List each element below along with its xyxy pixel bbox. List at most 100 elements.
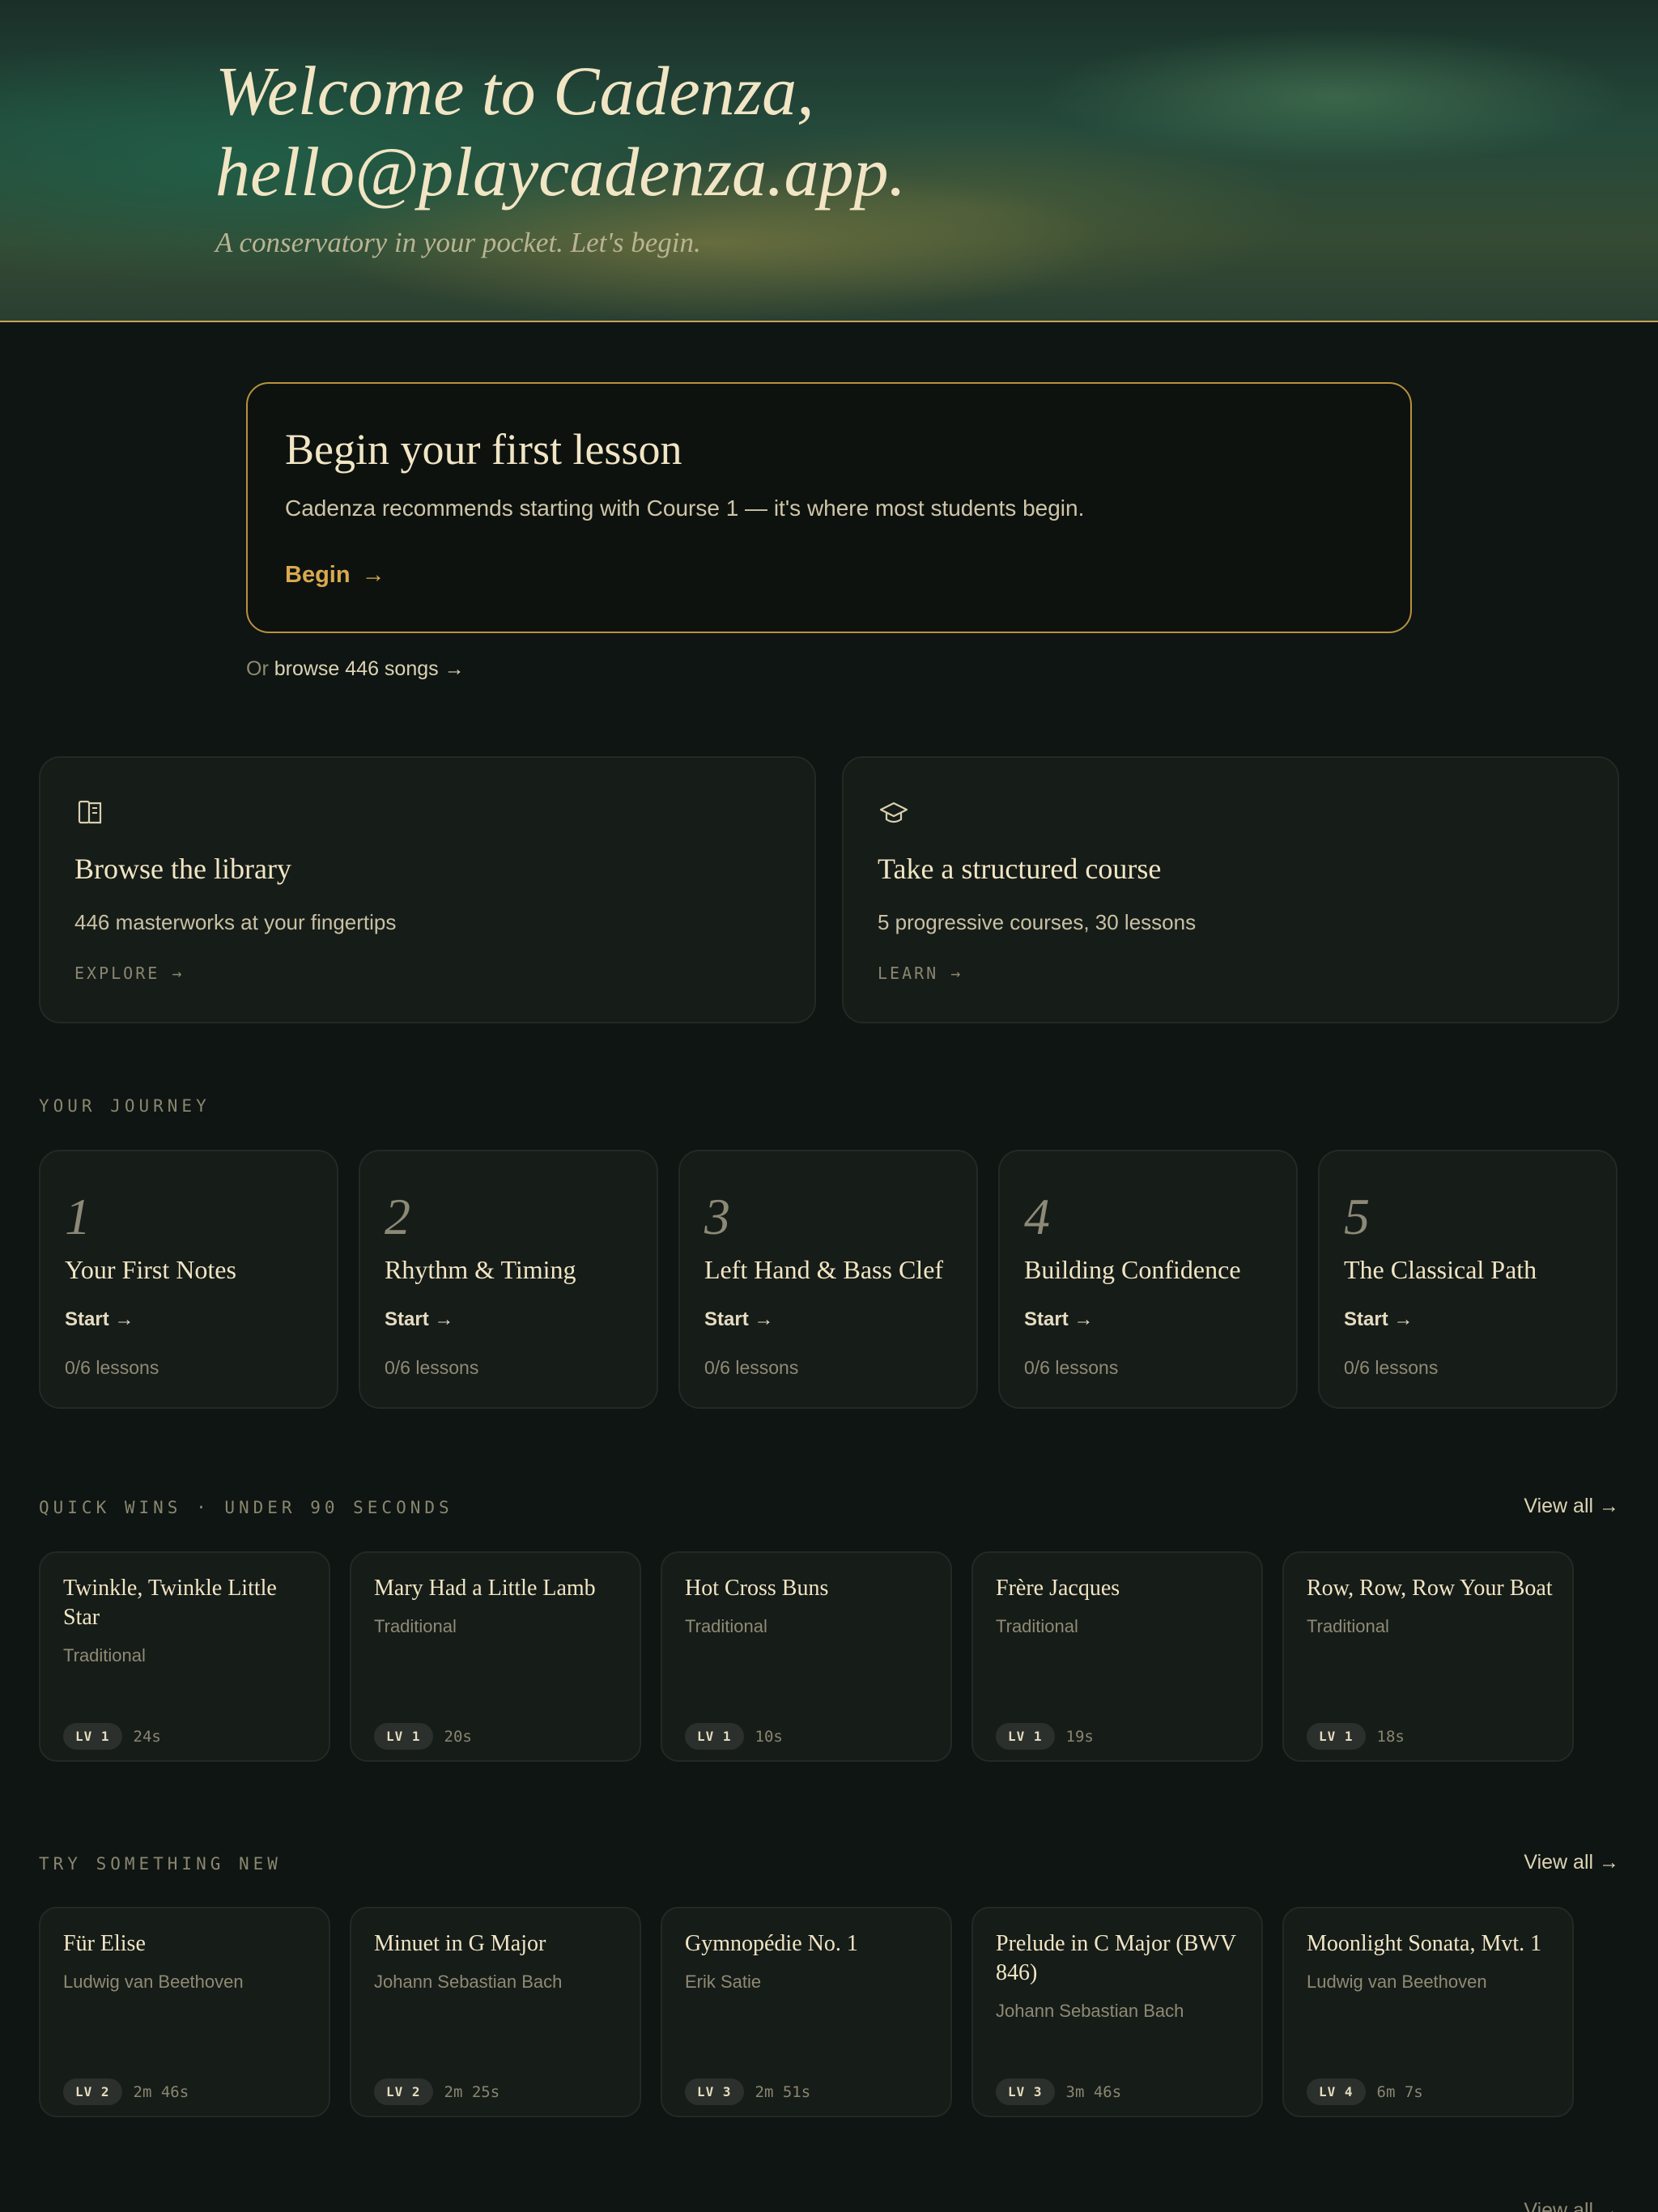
course-progress: 0/6 lessons (65, 1357, 159, 1378)
level-badge: LV 3 (685, 2078, 744, 2105)
song-duration: 18s (1376, 1727, 1405, 1746)
song-title: Minuet in G Major (374, 1931, 546, 1956)
course-number: 3 (704, 1188, 730, 1245)
browse-songs-link[interactable]: browse 446 songs → (274, 657, 465, 680)
level-badge: LV 2 (63, 2078, 122, 2105)
course-progress: 0/6 lessons (385, 1357, 479, 1378)
course-number: 4 (1024, 1188, 1050, 1245)
course-title: Left Hand & Bass Clef (704, 1255, 944, 1284)
course-number: 1 (65, 1188, 91, 1245)
course-start-button[interactable]: Start → (1344, 1308, 1413, 1331)
course-card-3[interactable]: 3 Left Hand & Bass Clef Start → 0/6 less… (678, 1150, 978, 1409)
song-card[interactable]: Frère Jacques Traditional LV 1 19s (971, 1551, 1263, 1762)
browse-library-card[interactable]: Browse the library 446 masterworks at yo… (39, 756, 816, 1023)
song-duration: 10s (755, 1727, 783, 1746)
next-section-view-all-link[interactable]: View all → (1524, 2199, 1619, 2212)
song-composer: Traditional (374, 1616, 457, 1636)
song-duration: 24s (133, 1727, 161, 1746)
course-title: Your First Notes (65, 1255, 236, 1284)
song-title: Frère Jacques (996, 1576, 1120, 1601)
begin-lesson-card: Begin your first lesson Cadenza recommen… (246, 382, 1412, 633)
song-duration: 19s (1065, 1727, 1094, 1746)
hero-title-line2: hello@playcadenza.app. (215, 133, 906, 211)
course-start-button[interactable]: Start → (65, 1308, 134, 1331)
quick-wins-view-all-link[interactable]: View all → (1524, 1495, 1619, 1518)
song-title: Prelude in C Major (BWV 846) (996, 1931, 1236, 1985)
course-progress: 0/6 lessons (1024, 1357, 1119, 1378)
song-meta: LV 1 18s (1307, 1723, 1405, 1750)
explore-link[interactable]: EXPLORE → (74, 963, 184, 983)
song-meta: LV 2 2m 25s (374, 2078, 500, 2105)
hero-title: Welcome to Cadenza, hello@playcadenza.ap… (215, 50, 1430, 212)
hero-subtitle: A conservatory in your pocket. Let's beg… (215, 227, 701, 258)
song-card[interactable]: Gymnopédie No. 1 Erik Satie LV 3 2m 51s (661, 1907, 952, 2117)
song-composer: Johann Sebastian Bach (374, 1972, 563, 1992)
begin-lesson-title: Begin your first lesson (285, 425, 682, 474)
song-card[interactable]: Mary Had a Little Lamb Traditional LV 1 … (350, 1551, 641, 1762)
song-title: Twinkle, Twinkle Little Star (63, 1576, 277, 1630)
song-duration: 20s (444, 1727, 472, 1746)
try-new-view-all-link[interactable]: View all → (1524, 1851, 1619, 1874)
song-card[interactable]: Twinkle, Twinkle Little Star Traditional… (39, 1551, 330, 1762)
song-composer: Ludwig van Beethoven (1307, 1972, 1487, 1992)
song-meta: LV 1 19s (996, 1723, 1094, 1750)
course-card-5[interactable]: 5 The Classical Path Start → 0/6 lessons (1318, 1150, 1618, 1409)
level-badge: LV 1 (374, 1723, 433, 1750)
course-card-4[interactable]: 4 Building Confidence Start → 0/6 lesson… (998, 1150, 1298, 1409)
song-card[interactable]: Hot Cross Buns Traditional LV 1 10s (661, 1551, 952, 1762)
course-number: 2 (385, 1188, 410, 1245)
song-composer: Johann Sebastian Bach (996, 2001, 1184, 2021)
level-badge: LV 1 (996, 1723, 1055, 1750)
structured-course-card[interactable]: Take a structured course 5 progressive c… (842, 756, 1619, 1023)
graduation-cap-icon (879, 802, 908, 823)
song-meta: LV 2 2m 46s (63, 2078, 189, 2105)
course-title: The Classical Path (1344, 1255, 1537, 1284)
quick-wins-section-label: QUICK WINS · UNDER 90 SECONDS (39, 1498, 453, 1517)
song-meta: LV 1 10s (685, 1723, 783, 1750)
song-card[interactable]: Prelude in C Major (BWV 846) Johann Seba… (971, 1907, 1263, 2117)
learn-link[interactable]: LEARN → (878, 963, 963, 983)
level-badge: LV 3 (996, 2078, 1055, 2105)
journey-section-label: YOUR JOURNEY (39, 1096, 210, 1116)
song-meta: LV 3 2m 51s (685, 2078, 810, 2105)
level-badge: LV 1 (685, 1723, 744, 1750)
song-composer: Ludwig van Beethoven (63, 1972, 244, 1992)
song-title: Moonlight Sonata, Mvt. 1 (1307, 1931, 1542, 1956)
browse-songs-line: Or browse 446 songs → (246, 657, 465, 681)
course-start-button[interactable]: Start → (704, 1308, 773, 1331)
song-meta: LV 1 20s (374, 1723, 472, 1750)
song-duration: 6m 7s (1376, 2082, 1423, 2101)
book-icon (78, 800, 102, 824)
course-progress: 0/6 lessons (1344, 1357, 1439, 1378)
song-card[interactable]: Moonlight Sonata, Mvt. 1 Ludwig van Beet… (1282, 1907, 1574, 2117)
course-title: Building Confidence (1024, 1255, 1241, 1284)
course-card-2[interactable]: 2 Rhythm & Timing Start → 0/6 lessons (359, 1150, 658, 1409)
song-meta: LV 4 6m 7s (1307, 2078, 1423, 2105)
song-title: Mary Had a Little Lamb (374, 1576, 596, 1601)
song-duration: 2m 51s (755, 2082, 811, 2101)
browse-prefix: Or (246, 657, 269, 680)
browse-library-title: Browse the library (74, 853, 291, 885)
song-card[interactable]: Minuet in G Major Johann Sebastian Bach … (350, 1907, 641, 2117)
course-start-button[interactable]: Start → (385, 1308, 453, 1331)
begin-button-label: Begin (285, 562, 351, 588)
song-card[interactable]: Row, Row, Row Your Boat Traditional LV 1… (1282, 1551, 1574, 1762)
begin-button[interactable]: Begin → (285, 562, 385, 589)
course-progress: 0/6 lessons (704, 1357, 799, 1378)
browse-library-description: 446 masterworks at your fingertips (74, 910, 397, 934)
song-composer: Erik Satie (685, 1972, 762, 1992)
song-title: Gymnopédie No. 1 (685, 1931, 858, 1956)
hero-title-line1: Welcome to Cadenza, (215, 52, 814, 130)
structured-course-title: Take a structured course (878, 853, 1162, 885)
song-duration: 2m 46s (133, 2082, 189, 2101)
song-composer: Traditional (1307, 1616, 1389, 1636)
course-card-1[interactable]: 1 Your First Notes Start → 0/6 lessons (39, 1150, 338, 1409)
course-title: Rhythm & Timing (385, 1255, 576, 1284)
song-title: Hot Cross Buns (685, 1576, 829, 1601)
song-card[interactable]: Für Elise Ludwig van Beethoven LV 2 2m 4… (39, 1907, 330, 2117)
song-meta: LV 3 3m 46s (996, 2078, 1121, 2105)
course-start-button[interactable]: Start → (1024, 1308, 1093, 1331)
course-number: 5 (1344, 1188, 1370, 1245)
level-badge: LV 2 (374, 2078, 433, 2105)
hero-banner: Welcome to Cadenza, hello@playcadenza.ap… (0, 0, 1658, 322)
